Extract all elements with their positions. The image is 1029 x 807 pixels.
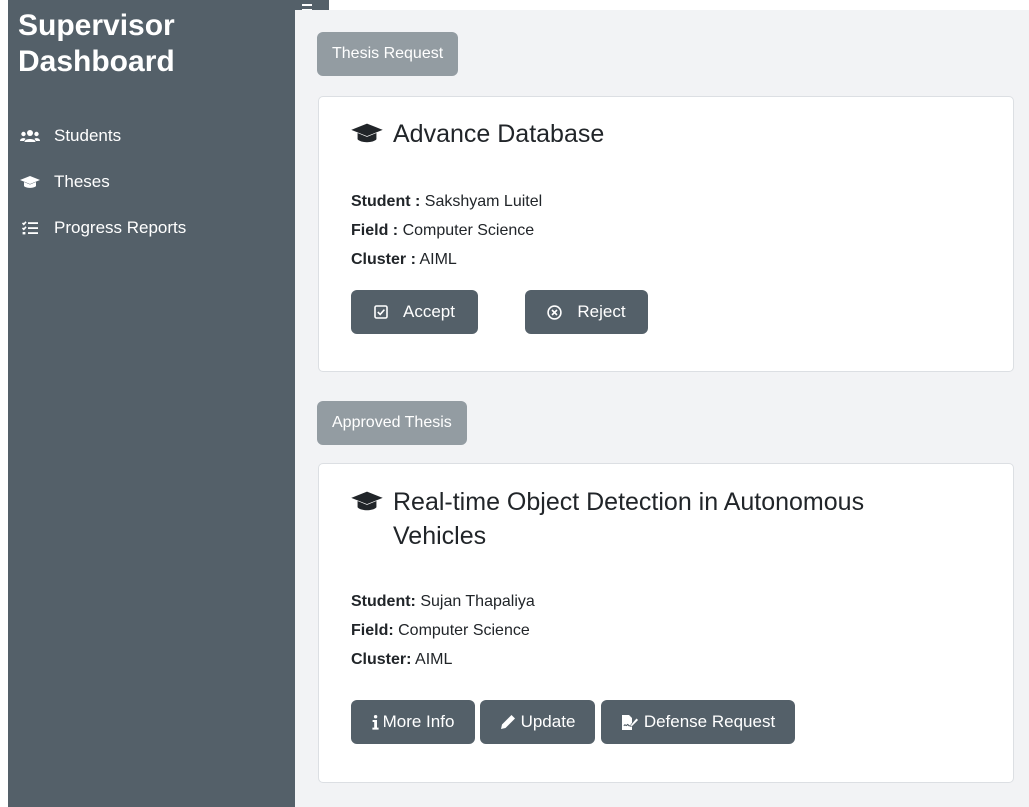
thesis-request-card: Advance Database Student : Sakshyam Luit…: [318, 96, 1014, 372]
field-label: Field :: [351, 222, 399, 239]
sidebar-item-label: Students: [54, 126, 122, 145]
accept-label: Accept: [403, 302, 455, 321]
more-info-label: More Info: [382, 712, 455, 731]
sidebar: Supervisor Dashboard Students Theses Pro…: [8, 0, 295, 807]
sidebar-nav: Students Theses Progress Reports: [20, 113, 280, 251]
cluster-label: Cluster :: [351, 251, 416, 268]
student-label: Student :: [351, 193, 421, 210]
thesis-request-badge: Thesis Request: [317, 32, 459, 76]
field-row: Field: Computer Science: [351, 616, 535, 645]
defense-request-button[interactable]: Defense Request: [601, 700, 795, 744]
student-value: Sakshyam Luitel: [424, 193, 543, 210]
thesis-details: Student: Sujan Thapaliya Field: Computer…: [351, 587, 535, 674]
card-title: Real-time Object Detection in Autonomous…: [351, 485, 991, 553]
cluster-row: Cluster : AIML: [351, 245, 542, 274]
sidebar-item-theses[interactable]: Theses: [20, 159, 280, 205]
file-signature-icon: [621, 714, 639, 731]
update-button[interactable]: Update: [480, 700, 595, 744]
thesis-title: Advance Database: [393, 120, 605, 148]
list-check-icon: [20, 221, 40, 235]
cluster-value: AIML: [415, 651, 453, 668]
student-value: Sujan Thapaliya: [420, 593, 535, 610]
card-title: Advance Database: [351, 117, 604, 151]
approved-thesis-card: Real-time Object Detection in Autonomous…: [318, 463, 1014, 783]
cluster-label: Cluster:: [351, 651, 412, 668]
menu-icon: [302, 4, 312, 6]
x-circle-icon: [547, 304, 563, 320]
student-label: Student:: [351, 593, 416, 610]
sidebar-item-label: Progress Reports: [54, 218, 187, 237]
sidebar-item-students[interactable]: Students: [20, 113, 280, 159]
sidebar-title: Supervisor Dashboard: [18, 9, 175, 78]
info-icon: [371, 714, 379, 730]
sidebar-item-progress-reports[interactable]: Progress Reports: [20, 205, 280, 251]
defense-request-label: Defense Request: [643, 712, 776, 731]
sidebar-item-label: Theses: [54, 172, 110, 191]
approved-thesis-badge: Approved Thesis: [317, 401, 467, 445]
reject-button[interactable]: Reject: [525, 290, 648, 334]
reject-label: Reject: [577, 302, 626, 321]
cluster-row: Cluster: AIML: [351, 645, 535, 674]
field-value: Computer Science: [398, 622, 530, 639]
main-content: Thesis Request Advance Database Student …: [295, 10, 1029, 807]
student-row: Student : Sakshyam Luitel: [351, 187, 542, 216]
users-icon: [20, 129, 40, 143]
check-square-icon: [374, 305, 388, 319]
more-info-button[interactable]: More Info: [351, 700, 475, 744]
field-value: Computer Science: [402, 222, 535, 239]
field-label: Field:: [351, 622, 394, 639]
update-label: Update: [520, 712, 576, 731]
graduation-cap-icon: [20, 175, 40, 189]
thesis-title: Real-time Object Detection in Autonomous…: [393, 488, 865, 550]
accept-button[interactable]: Accept: [351, 290, 478, 334]
student-row: Student: Sujan Thapaliya: [351, 587, 535, 616]
graduation-cap-icon: [351, 490, 383, 512]
thesis-details: Student : Sakshyam Luitel Field : Comput…: [351, 187, 542, 274]
graduation-cap-icon: [351, 122, 383, 144]
pencil-icon: [500, 714, 516, 730]
field-row: Field : Computer Science: [351, 216, 542, 245]
cluster-value: AIML: [419, 251, 457, 268]
